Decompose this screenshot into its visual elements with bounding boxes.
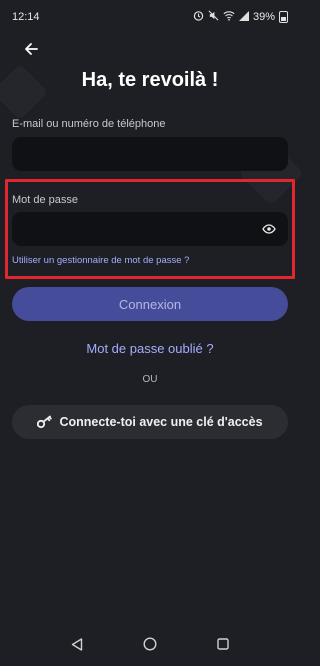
nav-back-icon [71,637,82,651]
key-icon [37,415,53,429]
eye-icon [262,224,276,234]
nav-recents-icon [217,638,230,650]
status-time: 12:14 [12,11,40,23]
forgot-password-link[interactable]: Mot de passe oublié ? [0,341,300,356]
wifi-icon [223,10,235,24]
back-arrow-icon [25,43,38,55]
battery-icon [279,11,288,23]
show-password-button[interactable] [262,222,276,236]
back-button[interactable] [20,38,42,60]
or-divider-text: OU [142,374,158,385]
login-button[interactable]: Connexion [12,287,288,321]
alarm-icon [193,10,204,24]
battery-percent: 39% [252,11,275,23]
status-icons: 39% [193,10,288,24]
password-manager-link[interactable]: Utiliser un gestionnaire de mot de passe… [12,255,189,266]
status-bar: 12:14 39% [0,0,300,34]
nav-home-icon [143,637,157,651]
email-field[interactable] [12,137,288,171]
nav-back-button[interactable] [69,636,85,652]
mute-icon [208,10,219,24]
nav-recents-button[interactable] [215,636,231,652]
password-field[interactable] [12,212,288,246]
password-label: Mot de passe [12,194,79,206]
nav-home-button[interactable] [142,636,158,652]
page-title: Ha, te revoilà ! [81,69,219,91]
system-nav-bar [0,622,300,666]
signal-icon [238,10,249,24]
passkey-login-button[interactable]: Connecte-toi avec une clé d'accès [12,405,288,439]
email-label: E-mail ou numéro de téléphone [12,118,166,130]
passkey-label: Connecte-toi avec une clé d'accès [59,415,263,429]
